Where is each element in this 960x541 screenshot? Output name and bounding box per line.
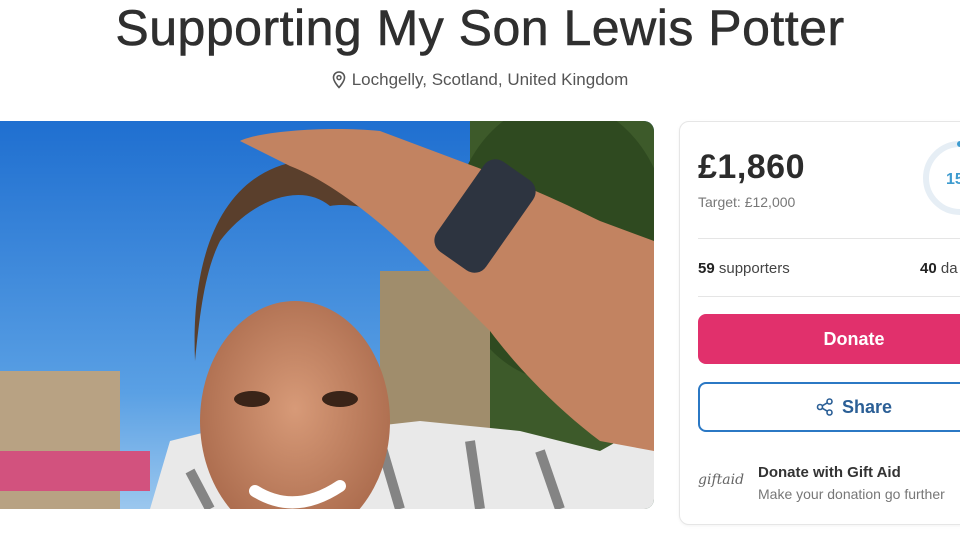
days-number: 40 [920, 260, 937, 277]
amount-raised: £1,860 [698, 148, 805, 186]
share-icon [816, 398, 833, 416]
giftaid-logo: giftaid [698, 472, 745, 488]
divider [698, 238, 960, 239]
supporters-label: supporters [718, 260, 790, 277]
location-pin-icon [332, 71, 346, 89]
location-text: Lochgelly, Scotland, United Kingdom [351, 70, 629, 89]
divider [698, 296, 960, 297]
giftaid-title[interactable]: Donate with Gift Aid [758, 464, 901, 481]
fundraiser-photo [0, 121, 654, 509]
share-button[interactable]: Share [698, 382, 960, 432]
location-line: Lochgelly, Scotland, United Kingdom [0, 70, 960, 90]
supporters-number: 59 [698, 260, 715, 277]
page-title: Supporting My Son Lewis Potter [115, 0, 845, 56]
share-label: Share [842, 396, 893, 417]
target-amount: Target: £12,000 [698, 194, 796, 210]
donate-button[interactable]: Donate [698, 314, 960, 364]
giftaid-subtitle: Make your donation go further [758, 486, 945, 502]
progress-percent: 15 [946, 171, 960, 188]
supporters-count: 59 supporters [698, 260, 790, 277]
donation-card: £1,860 Target: £12,000 15 59 supporters … [679, 121, 960, 525]
days-left: 40 da [920, 260, 958, 277]
days-label: da [940, 260, 958, 277]
